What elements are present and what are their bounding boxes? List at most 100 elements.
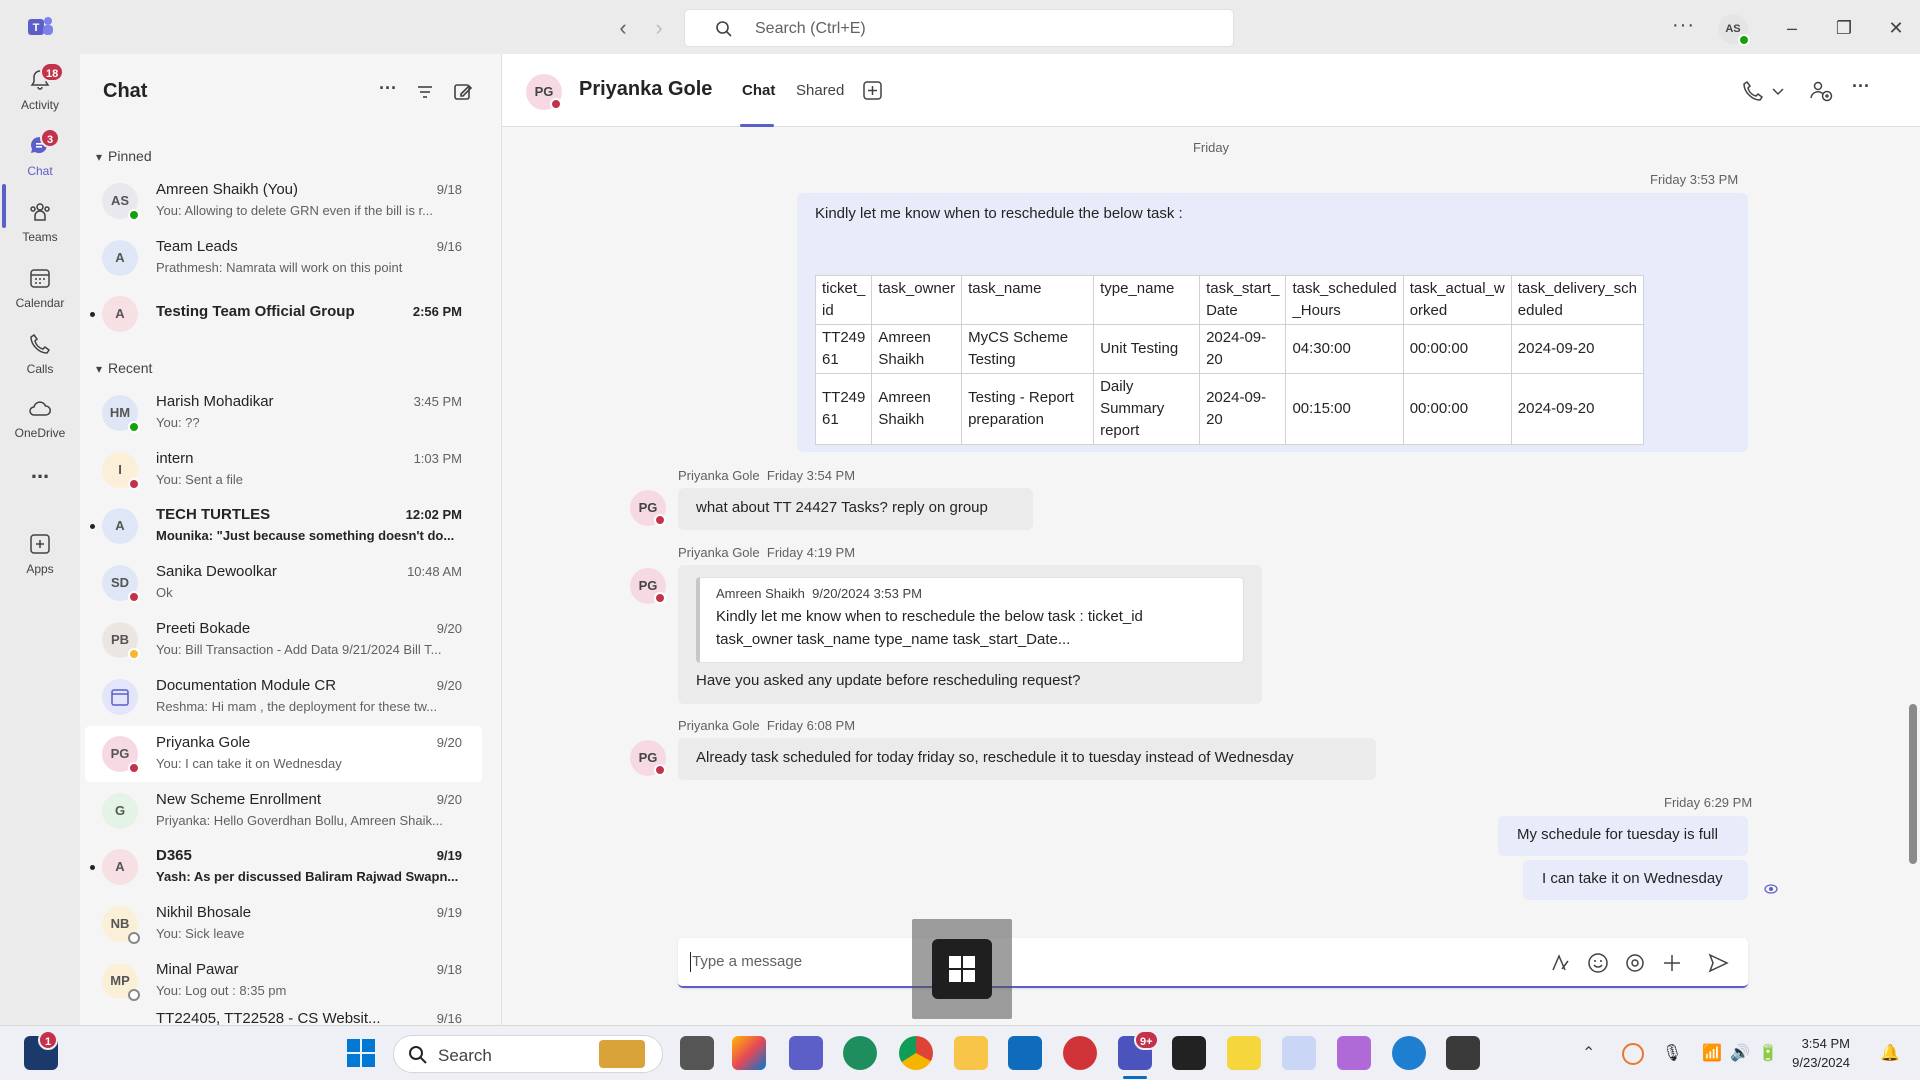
message-text: Kindly let me know when to reschedule th…: [815, 205, 1183, 222]
add-tab-icon[interactable]: [862, 80, 884, 102]
weather-widget-icon[interactable]: 1: [24, 1030, 58, 1070]
quoted-message[interactable]: Amreen Shaikh 9/20/2024 3:53 PM Kindly l…: [696, 577, 1244, 663]
teams-icon: [30, 203, 50, 221]
chat-item-priyanka[interactable]: PG Priyanka Gole 9/20 You: I can take it…: [85, 726, 482, 782]
plus-icon[interactable]: [1660, 951, 1684, 975]
rail-item-teams[interactable]: Teams: [0, 194, 80, 256]
emoji-icon[interactable]: [1586, 951, 1610, 975]
table-row: TT249 61 Amreen Shaikh Testing - Report pr…: [814, 373, 1645, 445]
chat-item-preeti[interactable]: PB Preeti Bokade 9/20 You: Bill Transact…: [85, 612, 482, 668]
rail-item-onedrive[interactable]: OneDrive: [0, 390, 80, 452]
snipping-tool-icon[interactable]: [1337, 1036, 1371, 1070]
chat-item-nikhil[interactable]: NB Nikhil Bhosale 9/19 You: Sick leave: [85, 896, 482, 952]
chevron-down-icon[interactable]: [1770, 78, 1786, 104]
task-view-icon[interactable]: [680, 1036, 714, 1070]
taskbar-search[interactable]: Search: [393, 1035, 663, 1073]
photos-icon[interactable]: [1282, 1036, 1316, 1070]
chat-item-cs-website[interactable]: TT22405, TT22528 - CS Websit... 9/16: [85, 1010, 482, 1025]
user-avatar[interactable]: AS: [1718, 14, 1750, 46]
presence-busy-icon: [128, 478, 140, 490]
forward-arrow-icon[interactable]: ›: [645, 14, 673, 42]
teams-logo-icon: T: [28, 17, 53, 35]
battery-icon[interactable]: 🔋: [1758, 1043, 1780, 1065]
sync-icon[interactable]: [1622, 1043, 1644, 1065]
edge-dev-icon[interactable]: [843, 1036, 877, 1070]
scrollbar[interactable]: [1909, 704, 1917, 864]
message-bubble-theirs[interactable]: Already task scheduled for today friday …: [678, 738, 1376, 780]
rail-more-apps[interactable]: ...: [0, 458, 80, 488]
edge-icon[interactable]: [1392, 1036, 1426, 1070]
rail-item-chat[interactable]: 3 Chat: [0, 128, 80, 190]
file-explorer-icon[interactable]: [954, 1036, 988, 1070]
rail-item-activity[interactable]: 18 Activity: [0, 62, 80, 124]
rail-label: Calendar: [15, 296, 65, 310]
chat-item-minal[interactable]: MP Minal Pawar 9/18 You: Log out : 8:35 …: [85, 953, 482, 1009]
wps-office-icon[interactable]: [1063, 1036, 1097, 1070]
chat-item-d365[interactable]: A D365 9/19 Yash: As per discussed Balir…: [85, 839, 482, 895]
wifi-icon[interactable]: 📶: [1702, 1043, 1724, 1065]
copilot-icon[interactable]: [732, 1036, 766, 1070]
chat-item-sanika[interactable]: SD Sanika Dewoolkar 10:48 AM Ok: [85, 555, 482, 611]
more-options-icon[interactable]: ···: [374, 78, 402, 106]
chat-item-tech-turtles[interactable]: A TECH TURTLES 12:02 PM Mounika: "Just b…: [85, 498, 482, 554]
teams-work-icon[interactable]: 9+: [1118, 1030, 1159, 1070]
settings-more-icon[interactable]: ···: [1672, 14, 1695, 37]
pinned-section-label[interactable]: Pinned: [96, 148, 152, 164]
chat-item-amreen[interactable]: AS Amreen Shaikh (You) 9/18 You: Allowin…: [85, 173, 482, 229]
message-bubble-mine[interactable]: Kindly let me know when to reschedule th…: [797, 193, 1748, 452]
rail-label: Apps: [26, 562, 54, 576]
send-icon[interactable]: [1706, 951, 1730, 975]
search-input[interactable]: Search (Ctrl+E): [684, 9, 1234, 47]
avatar[interactable]: PG: [630, 490, 666, 526]
back-arrow-icon[interactable]: ‹: [609, 14, 637, 42]
search-placeholder: Search (Ctrl+E): [755, 20, 866, 37]
restore-icon[interactable]: ❐: [1832, 16, 1856, 40]
chrome-icon[interactable]: [899, 1036, 933, 1070]
chat-item-testing-team[interactable]: A Testing Team Official Group 2:56 PM: [85, 286, 482, 342]
anydesk-icon[interactable]: [1172, 1036, 1206, 1070]
tab-shared[interactable]: Shared: [796, 82, 844, 99]
loop-icon[interactable]: [1623, 951, 1647, 975]
start-windows-icon[interactable]: [344, 1036, 378, 1070]
avatar[interactable]: PG: [630, 740, 666, 776]
presence-busy-icon: [654, 514, 666, 526]
format-icon[interactable]: [1548, 951, 1572, 975]
sticky-notes-icon[interactable]: [1227, 1036, 1261, 1070]
tab-chat[interactable]: Chat: [742, 82, 775, 99]
avatar[interactable]: PG: [630, 568, 666, 604]
call-icon[interactable]: [1740, 78, 1766, 104]
new-chat-icon[interactable]: [449, 78, 477, 106]
recent-section-label[interactable]: Recent: [96, 360, 152, 376]
chat-item-intern[interactable]: I intern 1:03 PM You: Sent a file: [85, 442, 482, 498]
volume-icon[interactable]: 🔊: [1730, 1043, 1752, 1065]
rail-item-apps[interactable]: Apps: [0, 526, 80, 588]
message-bubble-mine[interactable]: I can take it on Wednesday: [1523, 860, 1748, 900]
teams-personal-icon[interactable]: [789, 1036, 823, 1070]
message-bubble-theirs[interactable]: Amreen Shaikh 9/20/2024 3:53 PM Kindly l…: [678, 565, 1262, 704]
chat-item-team-leads[interactable]: A Team Leads 9/16 Prathmesh: Namrata wil…: [85, 230, 482, 286]
chat-item-documentation[interactable]: Documentation Module CR 9/20 Reshma: Hi …: [85, 669, 482, 725]
chat-name: New Scheme Enrollment: [156, 791, 322, 808]
minimize-icon[interactable]: –: [1780, 16, 1804, 40]
chat-item-new-scheme[interactable]: G New Scheme Enrollment 9/20 Priyanka: H…: [85, 783, 482, 839]
message-bubble-mine[interactable]: My schedule for tuesday is full: [1498, 816, 1748, 856]
chevron-up-icon[interactable]: ⌃: [1582, 1043, 1604, 1065]
filter-icon[interactable]: [411, 78, 439, 106]
microphone-icon[interactable]: 🎙: [1662, 1043, 1684, 1065]
notifications-icon[interactable]: 🔔: [1880, 1043, 1902, 1065]
chat-item-harish[interactable]: HM Harish Mohadikar 3:45 PM You: ??: [85, 385, 482, 441]
outlook-icon[interactable]: [1008, 1036, 1042, 1070]
table-cell: 04:30:00: [1285, 324, 1404, 374]
message-bubble-theirs[interactable]: what about TT 24427 Tasks? reply on grou…: [678, 488, 1033, 530]
people-add-icon[interactable]: [1808, 78, 1834, 104]
message-composer[interactable]: Type a message: [678, 938, 1748, 988]
rail-item-calls[interactable]: Calls: [0, 326, 80, 388]
rail-label: Chat: [27, 164, 53, 178]
calculator-icon[interactable]: [1446, 1036, 1480, 1070]
close-icon[interactable]: ✕: [1884, 16, 1908, 40]
clock[interactable]: 3:54 PM 9/23/2024: [1792, 1034, 1850, 1072]
more-options-icon[interactable]: ···: [1852, 76, 1878, 102]
rail-item-calendar[interactable]: Calendar: [0, 260, 80, 322]
avatar[interactable]: PG: [526, 74, 562, 110]
clock-date: 9/23/2024: [1792, 1055, 1850, 1070]
